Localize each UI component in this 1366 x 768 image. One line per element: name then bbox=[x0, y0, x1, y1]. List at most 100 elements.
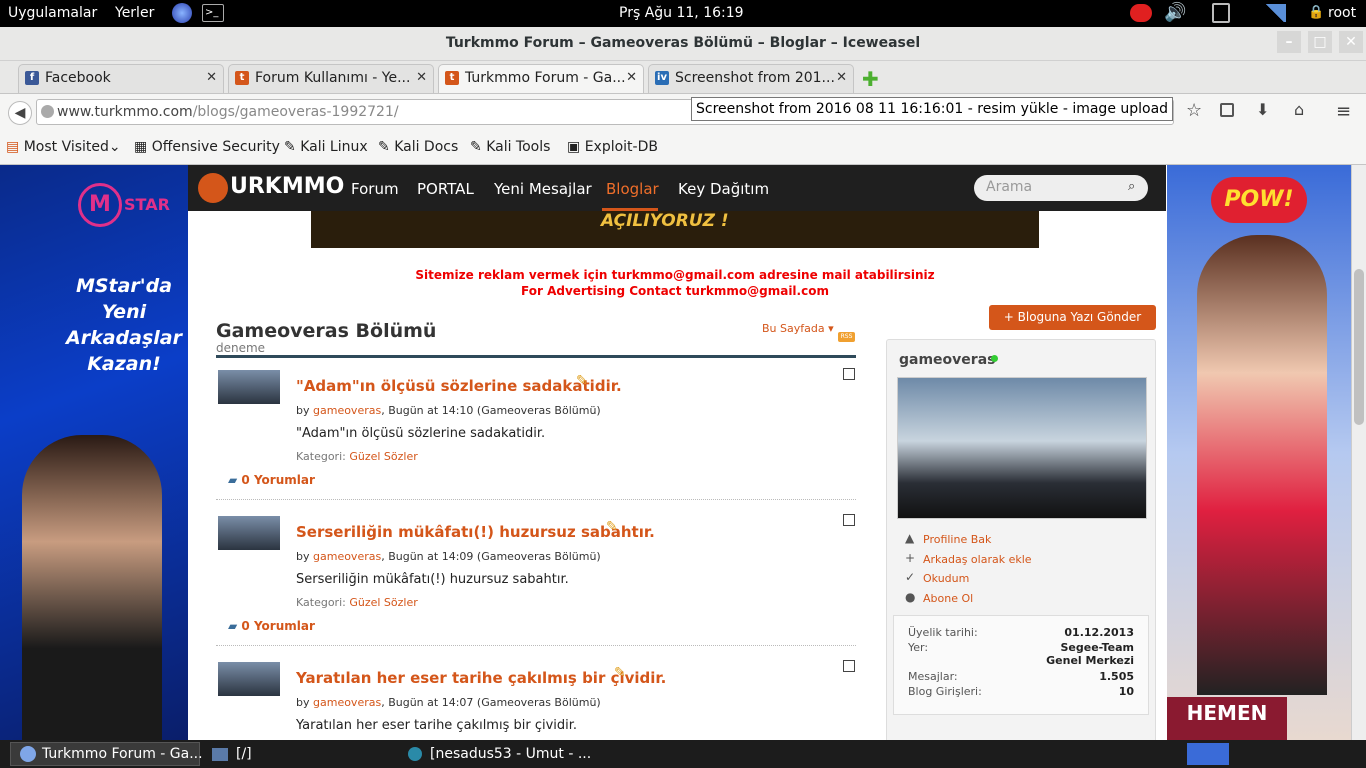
search-icon[interactable]: ⌕ bbox=[1128, 179, 1135, 194]
scrollbar-thumb[interactable] bbox=[1354, 269, 1364, 425]
bookmark-most-visited[interactable]: ▤ Most Visited⌄ bbox=[6, 139, 121, 155]
clipboard-icon[interactable] bbox=[1212, 3, 1230, 23]
window-title: Turkmmo Forum – Gameoveras Bölümü – Blog… bbox=[445, 35, 921, 51]
nav-portal[interactable]: PORTAL bbox=[417, 180, 474, 198]
back-button[interactable]: ◀ bbox=[8, 101, 32, 125]
home-icon[interactable]: ⌂ bbox=[1294, 100, 1304, 119]
post-title[interactable]: Yaratılan her eser tarihe çakılmış bir ç… bbox=[296, 669, 666, 687]
edit-pencil-icon[interactable]: ✎ bbox=[576, 373, 588, 389]
post-byline: by gameoveras, Bugün at 14:09 (Gameovera… bbox=[296, 550, 601, 563]
nav-key-dagitim[interactable]: Key Dağıtım bbox=[678, 180, 769, 198]
bookmark-kali-linux[interactable]: ✎ Kali Linux bbox=[284, 139, 368, 155]
close-tab-icon[interactable]: ✕ bbox=[206, 70, 217, 85]
tab-turkmmo-forum[interactable]: t Turkmmo Forum - Ga... ✕ bbox=[438, 64, 644, 93]
post-to-blog-button[interactable]: + Bloguna Yazı Gönder bbox=[989, 305, 1156, 330]
post-author-link[interactable]: gameoveras bbox=[313, 550, 381, 563]
post-author-link[interactable]: gameoveras bbox=[313, 696, 381, 709]
plus-icon: + bbox=[905, 551, 916, 565]
site-search-input[interactable]: Arama bbox=[974, 175, 1148, 201]
download-icon[interactable]: ⬇ bbox=[1256, 100, 1269, 119]
page-menu-label: Bu Sayfada bbox=[762, 322, 825, 335]
post-thumbnail[interactable] bbox=[218, 516, 280, 550]
title-divider bbox=[216, 355, 856, 358]
post-comments[interactable]: ▰ 0 Yorumlar bbox=[228, 473, 315, 487]
workspace-indicator[interactable] bbox=[1187, 743, 1229, 765]
bookmark-exploit-db[interactable]: ▣ Exploit-DB bbox=[567, 139, 658, 155]
taskbar-item-chat[interactable]: [nesadus53 - Umut - ... bbox=[430, 746, 591, 762]
top-banner-ad[interactable]: AÇILIYORUZ ! bbox=[311, 211, 1039, 248]
tab-screenshot[interactable]: iv Screenshot from 201... ✕ bbox=[648, 64, 854, 93]
new-tab-icon[interactable]: ✚ bbox=[862, 67, 879, 91]
terminal-launcher-icon[interactable]: >_ bbox=[202, 4, 224, 22]
action-mark-read[interactable]: Okudum bbox=[923, 572, 969, 585]
nav-yeni-mesajlar[interactable]: Yeni Mesajlar bbox=[494, 180, 592, 198]
close-tab-icon[interactable]: ✕ bbox=[836, 70, 847, 85]
clock[interactable]: Prş Ağu 11, 16:19 bbox=[619, 5, 744, 21]
info-blog-entries: 10 bbox=[1118, 685, 1134, 698]
window-titlebar[interactable]: Turkmmo Forum – Gameoveras Bölümü – Blog… bbox=[0, 27, 1366, 61]
bookmark-star-icon[interactable]: ☆ bbox=[1186, 100, 1202, 121]
rss-icon[interactable]: RSS bbox=[838, 332, 855, 342]
right-ad[interactable]: POW! HEMEN bbox=[1167, 165, 1351, 740]
comments-link[interactable]: 0 Yorumlar bbox=[241, 473, 314, 487]
taskbar-item-files[interactable]: [/] bbox=[236, 746, 252, 762]
url-path: /blogs/gameoveras-1992721/ bbox=[192, 104, 399, 120]
tab-forum-kullanimi[interactable]: t Forum Kullanımı - Ye... ✕ bbox=[228, 64, 434, 93]
post-title[interactable]: Serseriliğin mükâfatı(!) huzursuz sabaht… bbox=[296, 523, 655, 541]
action-subscribe[interactable]: Abone Ol bbox=[923, 592, 973, 605]
action-view-profile[interactable]: Profiline Bak bbox=[923, 533, 991, 546]
site-header: URKMMO Forum PORTAL Yeni Mesajlar Blogla… bbox=[188, 165, 1166, 211]
edit-pencil-icon[interactable]: ✎ bbox=[614, 665, 626, 681]
blog-subtitle: deneme bbox=[216, 341, 266, 355]
reading-list-icon[interactable] bbox=[1220, 103, 1234, 117]
category-link[interactable]: Güzel Sözler bbox=[349, 450, 417, 463]
close-tab-icon[interactable]: ✕ bbox=[626, 70, 637, 85]
post-separator bbox=[216, 645, 856, 646]
folder-icon: ▤ bbox=[6, 139, 20, 155]
post-category: Kategori: Güzel Sözler bbox=[296, 596, 418, 609]
category-link[interactable]: Güzel Sözler bbox=[349, 596, 417, 609]
bookmark-kali-tools[interactable]: ✎ Kali Tools bbox=[470, 139, 550, 155]
browser-launcher-icon[interactable] bbox=[172, 3, 192, 23]
bookmark-kali-docs[interactable]: ✎ Kali Docs bbox=[378, 139, 458, 155]
post-title[interactable]: "Adam"ın ölçüsü sözlerine sadakatidir. bbox=[296, 377, 622, 395]
post-thumbnail[interactable] bbox=[218, 370, 280, 404]
bookmark-offensive-security[interactable]: ▦ Offensive Security bbox=[134, 139, 280, 155]
play-now-button[interactable]: HEMEN bbox=[1167, 697, 1287, 740]
comment-icon: ▰ bbox=[228, 619, 238, 633]
page-menu-dropdown[interactable]: Bu Sayfada ▾ bbox=[762, 322, 834, 335]
post-select-checkbox[interactable] bbox=[843, 368, 855, 380]
sidebar-username[interactable]: gameoveras bbox=[899, 352, 995, 368]
comments-link[interactable]: 0 Yorumlar bbox=[241, 619, 314, 633]
user-menu[interactable]: root bbox=[1328, 5, 1356, 21]
menu-icon[interactable]: ≡ bbox=[1336, 101, 1351, 122]
user-avatar-image[interactable] bbox=[897, 377, 1147, 519]
network-signal-icon[interactable] bbox=[1264, 4, 1286, 22]
left-ad-mstar[interactable]: M STAR MStar'da Yeni Arkadaşlar Kazan! bbox=[0, 165, 188, 740]
minimize-button[interactable]: – bbox=[1277, 31, 1301, 53]
site-logo[interactable]: URKMMO bbox=[230, 174, 344, 199]
post-select-checkbox[interactable] bbox=[843, 514, 855, 526]
edit-pencil-icon[interactable]: ✎ bbox=[606, 519, 618, 535]
right-ad-character bbox=[1197, 235, 1327, 695]
close-tab-icon[interactable]: ✕ bbox=[416, 70, 427, 85]
close-window-button[interactable]: ✕ bbox=[1339, 31, 1363, 53]
page-scrollbar[interactable] bbox=[1351, 165, 1366, 740]
places-menu[interactable]: Yerler bbox=[115, 5, 154, 21]
pow-badge: POW! bbox=[1211, 177, 1307, 223]
tab-label: Screenshot from 201... bbox=[675, 70, 835, 86]
post-author-link[interactable]: gameoveras bbox=[313, 404, 381, 417]
nav-bloglar[interactable]: Bloglar bbox=[606, 180, 659, 198]
maximize-button[interactable]: □ bbox=[1308, 31, 1332, 53]
nav-forum[interactable]: Forum bbox=[351, 180, 399, 198]
info-messages: 1.505 bbox=[1099, 670, 1134, 683]
applications-menu[interactable]: Uygulamalar bbox=[8, 5, 97, 21]
post-comments[interactable]: ▰ 0 Yorumlar bbox=[228, 619, 315, 633]
post-thumbnail[interactable] bbox=[218, 662, 280, 696]
action-add-friend[interactable]: Arkadaş olarak ekle bbox=[923, 553, 1032, 566]
tab-facebook[interactable]: f Facebook ✕ bbox=[18, 64, 224, 93]
checkmark-icon: ✓ bbox=[905, 570, 916, 584]
volume-icon[interactable]: 🔊 bbox=[1164, 2, 1186, 23]
post-select-checkbox[interactable] bbox=[843, 660, 855, 672]
record-indicator-icon[interactable] bbox=[1130, 4, 1152, 22]
